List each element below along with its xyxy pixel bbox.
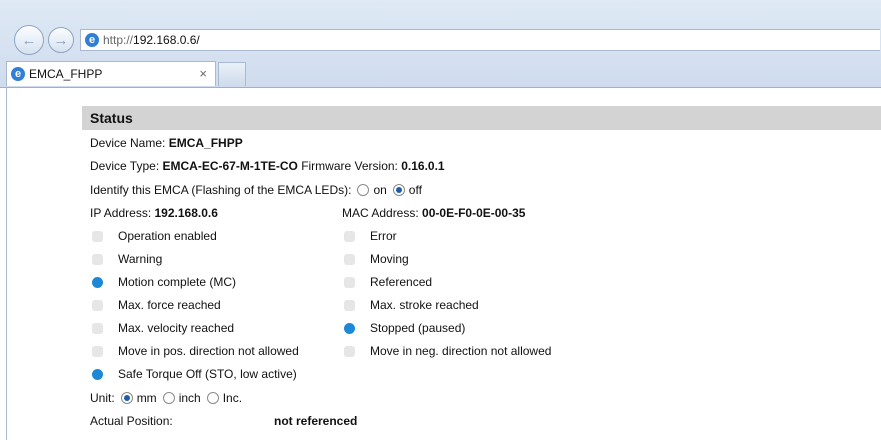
indicator-max-velocity: Max. velocity reached <box>90 318 234 338</box>
status-led-icon <box>92 253 103 265</box>
indicator-label: Safe Torque Off (STO, low active) <box>118 367 297 381</box>
device-name-row: Device Name: EMCA_FHPP <box>90 133 243 153</box>
status-led-icon <box>344 276 355 288</box>
close-icon[interactable]: × <box>199 66 207 81</box>
ip-label: IP Address: <box>90 206 152 220</box>
unit-inc-label[interactable]: Inc. <box>223 391 242 405</box>
indicator-stopped: Stopped (paused) <box>342 318 465 338</box>
indicator-label: Operation enabled <box>118 229 217 243</box>
position-label: Actual Position: <box>90 414 173 428</box>
identify-row: Identify this EMCA (Flashing of the EMCA… <box>90 180 422 200</box>
indicator-label: Max. velocity reached <box>118 321 235 335</box>
ip-value: 192.168.0.6 <box>154 206 218 220</box>
unit-inc-radio[interactable] <box>206 392 219 404</box>
indicator-safe-torque-off: Safe Torque Off (STO, low active) <box>90 364 297 384</box>
indicator-label: Max. stroke reached <box>370 298 479 312</box>
indicator-label: Motion complete (MC) <box>118 275 237 289</box>
unit-mm-radio[interactable] <box>120 392 133 404</box>
mac-value: 00-0E-F0-0E-00-35 <box>422 206 526 220</box>
status-led-icon <box>344 322 355 334</box>
identify-off-label[interactable]: off <box>409 183 422 197</box>
indicator-label: Moving <box>370 252 409 266</box>
address-bar[interactable]: e http://192.168.0.6/ <box>80 29 880 51</box>
ie-logo-icon: e <box>85 33 99 47</box>
position-row: Actual Position: not referenced <box>90 411 357 431</box>
indicator-max-stroke: Max. stroke reached <box>342 295 479 315</box>
indicator-warning: Warning <box>90 249 162 269</box>
indicator-operation-enabled: Operation enabled <box>90 226 217 246</box>
indicator-error: Error <box>342 226 397 246</box>
device-type-value: EMCA-EC-67-M-1TE-CO <box>162 159 298 173</box>
firmware-value: 0.16.0.1 <box>401 159 445 173</box>
indicator-label: Warning <box>118 252 163 266</box>
unit-inch-radio[interactable] <box>162 392 175 404</box>
url-prefix: http:// <box>103 33 134 47</box>
indicator-pos-direction: Move in pos. direction not allowed <box>90 341 299 361</box>
mac-label: MAC Address: <box>342 206 419 220</box>
indicator-moving: Moving <box>342 249 409 269</box>
ie-tab-icon: e <box>11 67 25 81</box>
page: Status Device Name: EMCA_FHPP Device Typ… <box>0 88 881 440</box>
tab-bar: e EMCA_FHPP × <box>0 58 881 88</box>
status-led-icon <box>344 345 355 357</box>
device-name-label: Device Name: <box>90 136 166 150</box>
status-led-icon <box>344 299 355 311</box>
new-tab-button[interactable] <box>218 62 246 86</box>
position-value: not referenced <box>274 414 358 428</box>
unit-row: Unit: mm inch Inc. <box>90 388 242 408</box>
status-led-icon <box>92 345 103 357</box>
indicator-label: Move in pos. direction not allowed <box>118 344 299 358</box>
browser-chrome: ← → e http://192.168.0.6/ e EMCA_FHPP × <box>0 0 881 88</box>
tab-title: EMCA_FHPP <box>29 67 103 81</box>
indicator-label: Error <box>370 229 397 243</box>
forward-button[interactable]: → <box>48 27 74 53</box>
url-host: 192.168.0.6/ <box>133 33 200 47</box>
status-header: Status <box>82 106 881 130</box>
indicator-neg-direction: Move in neg. direction not allowed <box>342 341 551 361</box>
status-led-icon <box>92 368 103 380</box>
device-type-label: Device Type: <box>90 159 160 173</box>
unit-mm-label[interactable]: mm <box>137 391 157 405</box>
status-led-icon <box>92 276 103 288</box>
back-arrow-icon: ← <box>21 31 37 49</box>
indicator-referenced: Referenced <box>342 272 432 292</box>
status-panel: Status Device Name: EMCA_FHPP Device Typ… <box>82 106 881 428</box>
mac-row: MAC Address: 00-0E-F0-0E-00-35 <box>342 203 525 223</box>
indicator-label: Referenced <box>370 275 433 289</box>
indicator-motion-complete: Motion complete (MC) <box>90 272 236 292</box>
identify-off-radio[interactable] <box>392 184 405 196</box>
indicator-max-force: Max. force reached <box>90 295 221 315</box>
status-led-icon <box>92 322 103 334</box>
device-name-value: EMCA_FHPP <box>168 136 243 150</box>
identify-label: Identify this EMCA (Flashing of the EMCA… <box>90 183 352 197</box>
status-led-icon <box>92 299 103 311</box>
indicator-label: Stopped (paused) <box>370 321 466 335</box>
tab-emca-fhpp[interactable]: e EMCA_FHPP × <box>6 61 216 86</box>
unit-label: Unit: <box>90 391 115 405</box>
identify-on-label[interactable]: on <box>373 183 386 197</box>
indicator-label: Max. force reached <box>118 298 221 312</box>
back-button[interactable]: ← <box>14 25 44 55</box>
ip-row: IP Address: 192.168.0.6 <box>90 203 218 223</box>
firmware-label: Firmware Version: <box>301 159 398 173</box>
status-led-icon <box>344 230 355 242</box>
forward-arrow-icon: → <box>53 31 69 49</box>
status-led-icon <box>344 253 355 265</box>
status-led-icon <box>92 230 103 242</box>
device-type-row: Device Type: EMCA-EC-67-M-1TE-CO Firmwar… <box>90 156 445 176</box>
identify-on-radio[interactable] <box>357 184 370 196</box>
indicator-label: Move in neg. direction not allowed <box>370 344 552 358</box>
page-left-border <box>6 88 7 440</box>
unit-inch-label[interactable]: inch <box>179 391 201 405</box>
